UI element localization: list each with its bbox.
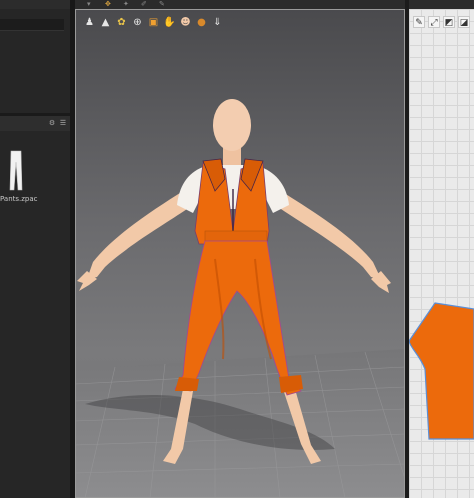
material-display-icon[interactable]: ●: [195, 16, 208, 29]
edit-point-icon[interactable]: ◩: [443, 16, 455, 28]
list-icon[interactable]: ☰: [59, 119, 67, 127]
library-list-header: ⚙ ☰: [0, 116, 70, 131]
garment-display-icon[interactable]: ▲: [99, 16, 112, 29]
3d-viewport[interactable]: ♟ ▲ ✿ ⊕ ▣ ✋ ☻ ● ⇓: [75, 9, 405, 498]
pattern-piece[interactable]: [409, 299, 474, 449]
2d-pattern-window[interactable]: ✎ ⤢ ◩ ◪: [409, 9, 474, 498]
3d-scene: [75, 99, 405, 498]
texture-display-icon[interactable]: ✿: [115, 16, 128, 29]
select-pattern-icon[interactable]: ✎: [413, 16, 425, 28]
library-panel: [0, 0, 70, 498]
arrow-icon[interactable]: ▾: [87, 0, 91, 9]
pattern-topbar: [409, 0, 474, 9]
transform-pattern-icon[interactable]: ⤢: [428, 16, 440, 28]
pants-thumbnail[interactable]: [8, 150, 24, 192]
viewport-display-toolbar: ♟ ▲ ✿ ⊕ ▣ ✋ ☻ ● ⇓: [83, 16, 224, 32]
brush-icon[interactable]: ✐: [141, 0, 147, 9]
left-arm: [87, 191, 187, 279]
library-search-field[interactable]: [0, 19, 64, 31]
right-arm: [281, 191, 381, 279]
move-icon[interactable]: ✥: [105, 0, 111, 9]
gear-icon[interactable]: ⚙: [48, 119, 56, 127]
waistband: [204, 230, 268, 242]
library-topbar: [0, 0, 70, 9]
pen-icon[interactable]: ✎: [159, 0, 165, 9]
pin-icon[interactable]: ✦: [123, 0, 129, 9]
head: [213, 99, 251, 151]
measure-display-icon[interactable]: ⇓: [211, 16, 224, 29]
file-name-label[interactable]: Pants.zpac: [0, 195, 38, 203]
main-toolbar: ▾ ✥ ✦ ✐ ✎: [75, 0, 405, 9]
add-point-icon[interactable]: ◪: [458, 16, 470, 28]
pattern-toolbar: ✎ ⤢ ◩ ◪: [413, 16, 470, 28]
fabric-display-icon[interactable]: ▣: [147, 16, 160, 29]
avatar-display-icon[interactable]: ♟: [83, 16, 96, 29]
pin-display-icon[interactable]: ⊕: [131, 16, 144, 29]
skin-display-icon[interactable]: ☻: [179, 16, 192, 29]
left-cuff: [175, 377, 199, 391]
arrangement-display-icon[interactable]: ✋: [163, 16, 176, 29]
